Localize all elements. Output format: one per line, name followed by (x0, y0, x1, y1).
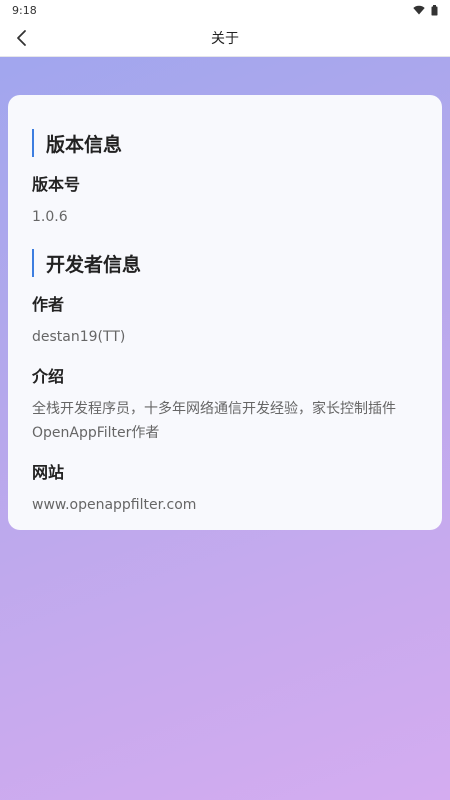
app-bar: 关于 (0, 20, 450, 57)
version-value: 1.0.6 (32, 209, 68, 225)
intro-value: 全栈开发程序员，十多年网络通信开发经验，家长控制插件OpenAppFilter作… (32, 401, 396, 441)
version-section-header: 版本信息 (32, 129, 418, 157)
back-button[interactable] (8, 24, 36, 52)
status-icons (413, 4, 438, 16)
about-card: 版本信息 版本号 1.0.6 开发者信息 作者 destan19(TT) 介绍 … (8, 95, 442, 530)
website-link[interactable]: www.openappfilter.com (32, 493, 418, 517)
status-bar: 9:18 (0, 0, 450, 20)
section-accent-bar (32, 249, 34, 277)
developer-section-header: 开发者信息 (32, 249, 418, 277)
wifi-icon (413, 5, 425, 15)
status-time: 9:18 (12, 3, 37, 17)
developer-section-title: 开发者信息 (46, 253, 142, 276)
author-value: destan19(TT) (32, 329, 126, 345)
website-label: 网站 (32, 463, 65, 482)
section-accent-bar (32, 129, 34, 157)
author-label: 作者 (32, 295, 65, 314)
version-section-title: 版本信息 (46, 133, 123, 156)
battery-icon (431, 4, 438, 15)
page-title: 关于 (211, 31, 239, 47)
intro-label: 介绍 (32, 367, 65, 386)
chevron-left-icon (17, 30, 26, 46)
about-screen: 9:18 关于 版本信息 版本号 1.0.6 开发者信息 作者 destan19… (0, 0, 450, 800)
version-label: 版本号 (32, 175, 81, 194)
